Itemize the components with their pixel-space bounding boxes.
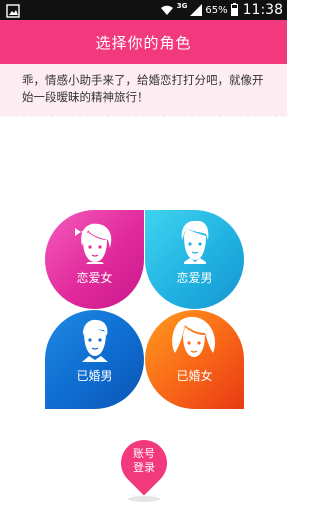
woman-avatar-icon bbox=[172, 316, 215, 357]
role-label: 已婚男 bbox=[76, 369, 113, 383]
status-bar: 3G 65% 11:38 bbox=[0, 0, 287, 20]
boy-avatar-icon bbox=[181, 220, 209, 264]
account-login-button[interactable]: 账号 登录 bbox=[111, 430, 177, 502]
network-type: 3G bbox=[176, 2, 188, 10]
page-title: 选择你的角色 bbox=[95, 34, 192, 52]
role-label: 恋爱男 bbox=[176, 271, 213, 285]
role-label: 恋爱女 bbox=[76, 271, 113, 285]
man-avatar-icon bbox=[82, 319, 108, 362]
wifi-icon bbox=[160, 1, 174, 20]
battery-icon bbox=[230, 1, 238, 20]
battery-percent: 65% bbox=[205, 4, 228, 16]
login-button-shadow bbox=[128, 496, 160, 502]
role-option-dating-female[interactable]: 恋爱女 bbox=[45, 210, 144, 309]
intro-banner: 乖，情感小助手来了，给婚恋打打分吧，就像开始一段暧昧的精神旅行！ bbox=[0, 64, 287, 116]
clock: 11:38 bbox=[242, 2, 283, 18]
gallery-icon bbox=[6, 3, 20, 18]
role-option-married-female[interactable]: 已婚女 bbox=[145, 310, 244, 409]
role-label: 已婚女 bbox=[176, 369, 213, 383]
girl-avatar-icon bbox=[75, 223, 112, 264]
role-option-married-male[interactable]: 已婚男 bbox=[45, 310, 144, 409]
login-button-label: 账号 登录 bbox=[133, 447, 155, 474]
title-bar: 选择你的角色 bbox=[0, 20, 287, 64]
scallop-divider bbox=[0, 114, 287, 120]
role-option-dating-male[interactable]: 恋爱男 bbox=[145, 210, 244, 309]
intro-text: 乖，情感小助手来了，给婚恋打打分吧，就像开始一段暧昧的精神旅行！ bbox=[22, 73, 264, 104]
signal-icon bbox=[190, 1, 203, 20]
